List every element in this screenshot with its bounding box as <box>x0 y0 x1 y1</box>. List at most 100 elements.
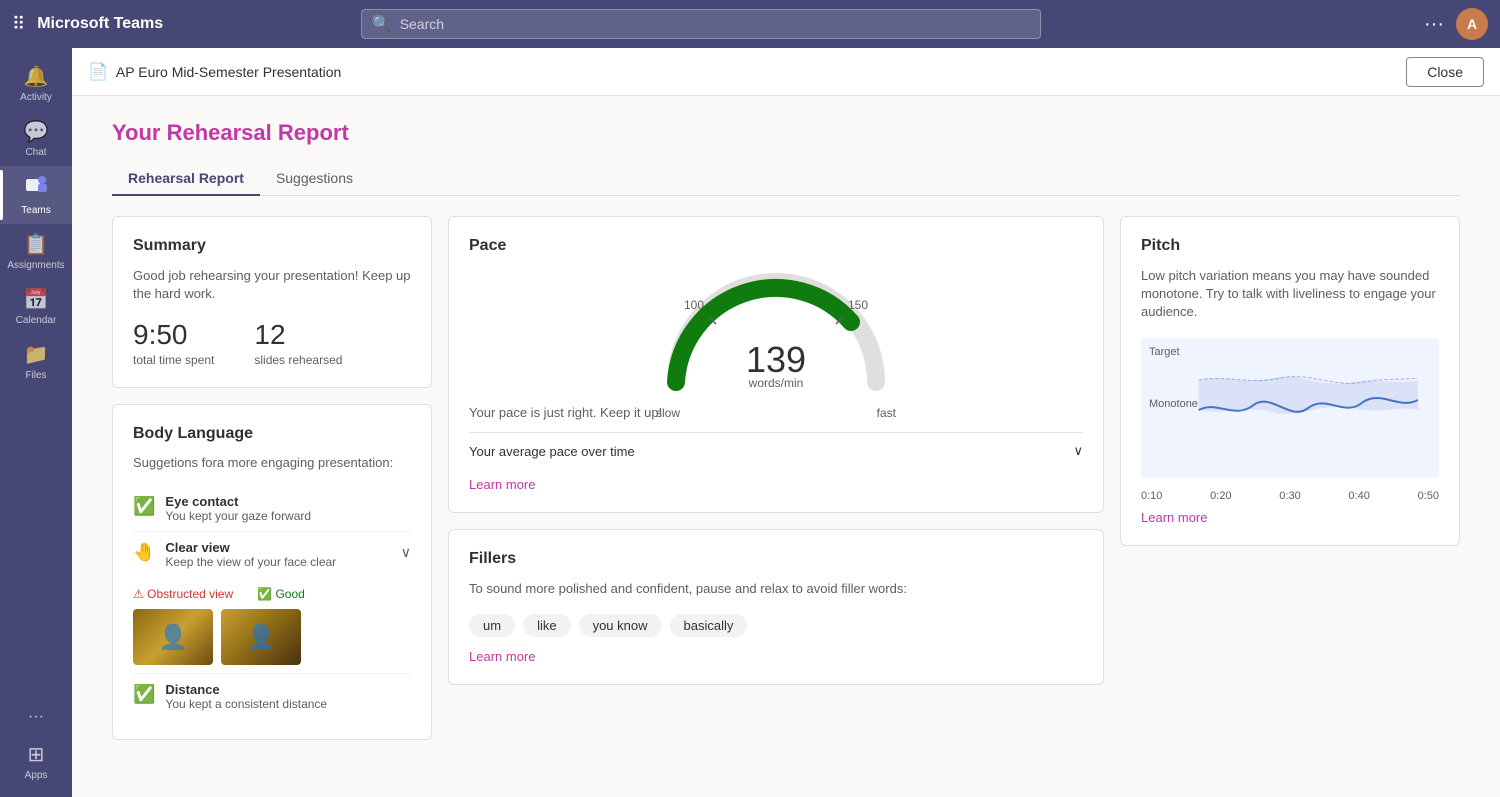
pace-chevron: ∨ <box>1073 443 1083 459</box>
breadcrumb-bar: 📄 AP Euro Mid-Semester Presentation Clos… <box>72 48 1500 96</box>
time-label-3: 0:40 <box>1348 490 1369 502</box>
time-label-4: 0:50 <box>1418 490 1439 502</box>
tab-rehearsal-report[interactable]: Rehearsal Report <box>112 162 260 196</box>
body-item-distance: ✅ Distance You kept a consistent distanc… <box>133 674 411 719</box>
sidebar-item-more[interactable]: ··· <box>0 700 72 734</box>
sidebar-item-activity[interactable]: 🔔 Activity <box>0 56 72 111</box>
middle-column: Pace 13 <box>448 216 1104 685</box>
distance-desc: You kept a consistent distance <box>165 697 411 711</box>
thumb-person-1: 👤 <box>133 609 213 665</box>
clear-view-status-icon: 🤚 <box>133 542 155 563</box>
clear-view-expanded: ⚠ Obstructed view ✅ Good <box>133 587 411 665</box>
svg-text:150: 150 <box>848 298 868 312</box>
search-bar[interactable]: 🔍 <box>361 9 1041 39</box>
pitch-time-labels: 0:10 0:20 0:30 0:40 0:50 <box>1141 490 1439 502</box>
sidebar-item-apps[interactable]: ⊞ Apps <box>0 734 72 789</box>
pace-gauge: 139 words/min 100 150 <box>469 267 1083 397</box>
pace-card: Pace 13 <box>448 216 1104 513</box>
pace-fast-label: fast <box>877 406 896 420</box>
pitch-desc: Low pitch variation means you may have s… <box>1141 267 1439 322</box>
top-bar-right: ··· A <box>1424 8 1488 40</box>
content-area: 📄 AP Euro Mid-Semester Presentation Clos… <box>72 48 1500 797</box>
pace-learn-more[interactable]: Learn more <box>469 477 1083 492</box>
body-item-eye-contact: ✅ Eye contact You kept your gaze forward <box>133 486 411 532</box>
search-input[interactable] <box>400 16 1030 32</box>
gauge-container: 139 words/min 100 150 <box>656 267 896 397</box>
chat-icon: 💬 <box>24 119 49 144</box>
body-item-clear-view[interactable]: 🤚 Clear view Keep the view of your face … <box>133 532 411 674</box>
pace-average-row[interactable]: Your average pace over time ∨ <box>469 432 1083 469</box>
pitch-chart-labels: Target Monotone <box>1149 346 1198 410</box>
summary-card: Summary Good job rehearsing your present… <box>112 216 432 388</box>
assignments-icon: 📋 <box>24 232 49 257</box>
body-language-title: Body Language <box>133 425 411 443</box>
pitch-learn-more[interactable]: Learn more <box>1141 510 1439 525</box>
tab-suggestions[interactable]: Suggestions <box>260 162 369 196</box>
time-label-0: 0:10 <box>1141 490 1162 502</box>
pitch-chart: Target Monotone <box>1141 338 1439 478</box>
teams-icon <box>25 174 47 202</box>
summary-title: Summary <box>133 237 411 255</box>
search-icon: 🔍 <box>372 14 392 34</box>
distance-status-icon: ✅ <box>133 684 155 705</box>
gauge-labels: slow fast <box>656 406 896 420</box>
avatar[interactable]: A <box>1456 8 1488 40</box>
eye-contact-name: Eye contact <box>165 494 411 509</box>
pace-slow-label: slow <box>656 406 680 420</box>
filler-tags: um like you know basically <box>469 614 1083 637</box>
slides-label: slides rehearsed <box>254 353 342 367</box>
sidebar-item-chat[interactable]: 💬 Chat <box>0 111 72 166</box>
report-title: Your Rehearsal Report <box>112 120 1460 146</box>
pitch-title: Pitch <box>1141 237 1439 255</box>
slides-value: 12 <box>254 319 342 351</box>
app-title: Microsoft Teams <box>37 15 163 33</box>
distance-info: Distance You kept a consistent distance <box>165 682 411 711</box>
thumbnails: 👤 👤 <box>133 609 411 665</box>
good-label: ✅ Good <box>257 587 305 601</box>
filler-tag-like: like <box>523 614 571 637</box>
close-button[interactable]: Close <box>1406 57 1484 87</box>
pace-title: Pace <box>469 237 1083 255</box>
fillers-desc: To sound more polished and confident, pa… <box>469 580 1083 598</box>
more-icon: ··· <box>28 708 44 726</box>
svg-text:139: 139 <box>746 339 806 380</box>
more-options-icon[interactable]: ··· <box>1424 13 1444 36</box>
clear-view-sub-labels: ⚠ Obstructed view ✅ Good <box>133 587 411 601</box>
sidebar-item-files[interactable]: 📁 Files <box>0 334 72 389</box>
time-label-1: 0:20 <box>1210 490 1231 502</box>
breadcrumb-text: AP Euro Mid-Semester Presentation <box>116 64 341 80</box>
grid-icon[interactable]: ⠿ <box>12 14 25 35</box>
summary-text: Good job rehearsing your presentation! K… <box>133 267 411 303</box>
eye-contact-info: Eye contact You kept your gaze forward <box>165 494 411 523</box>
files-icon: 📁 <box>24 342 49 367</box>
fillers-learn-more[interactable]: Learn more <box>469 649 1083 664</box>
clear-view-name: Clear view <box>165 540 390 555</box>
filler-tag-you-know: you know <box>579 614 662 637</box>
summary-stats: 9:50 total time spent 12 slides rehearse… <box>133 319 411 367</box>
sidebar-item-assignments[interactable]: 📋 Assignments <box>0 224 72 279</box>
time-label: total time spent <box>133 353 214 367</box>
clear-view-chevron[interactable]: ∨ <box>401 544 411 561</box>
body-language-card: Body Language Suggetions fora more engag… <box>112 404 432 740</box>
apps-icon: ⊞ <box>28 742 45 767</box>
filler-tag-um: um <box>469 614 515 637</box>
monotone-label: Monotone <box>1149 398 1198 410</box>
obstructed-label: ⚠ Obstructed view <box>133 587 233 601</box>
left-column: Summary Good job rehearsing your present… <box>112 216 432 740</box>
report-container: Your Rehearsal Report Rehearsal Report S… <box>72 96 1500 797</box>
sidebar-item-calendar[interactable]: 📅 Calendar <box>0 279 72 334</box>
sidebar: 🔔 Activity 💬 Chat Teams 📋 Assignments 📅 … <box>0 48 72 797</box>
cards-grid: Summary Good job rehearsing your present… <box>112 216 1460 740</box>
filler-tag-basically: basically <box>670 614 748 637</box>
distance-name: Distance <box>165 682 411 697</box>
calendar-icon: 📅 <box>24 287 49 312</box>
main-layout: 🔔 Activity 💬 Chat Teams 📋 Assignments 📅 … <box>0 48 1500 797</box>
svg-text:100: 100 <box>684 298 704 312</box>
sidebar-item-teams[interactable]: Teams <box>0 166 72 224</box>
right-column: Pitch Low pitch variation means you may … <box>1120 216 1460 546</box>
svg-text:words/min: words/min <box>748 376 804 390</box>
target-label: Target <box>1149 346 1198 358</box>
fillers-card: Fillers To sound more polished and confi… <box>448 529 1104 685</box>
eye-contact-desc: You kept your gaze forward <box>165 509 411 523</box>
slides-stat: 12 slides rehearsed <box>254 319 342 367</box>
